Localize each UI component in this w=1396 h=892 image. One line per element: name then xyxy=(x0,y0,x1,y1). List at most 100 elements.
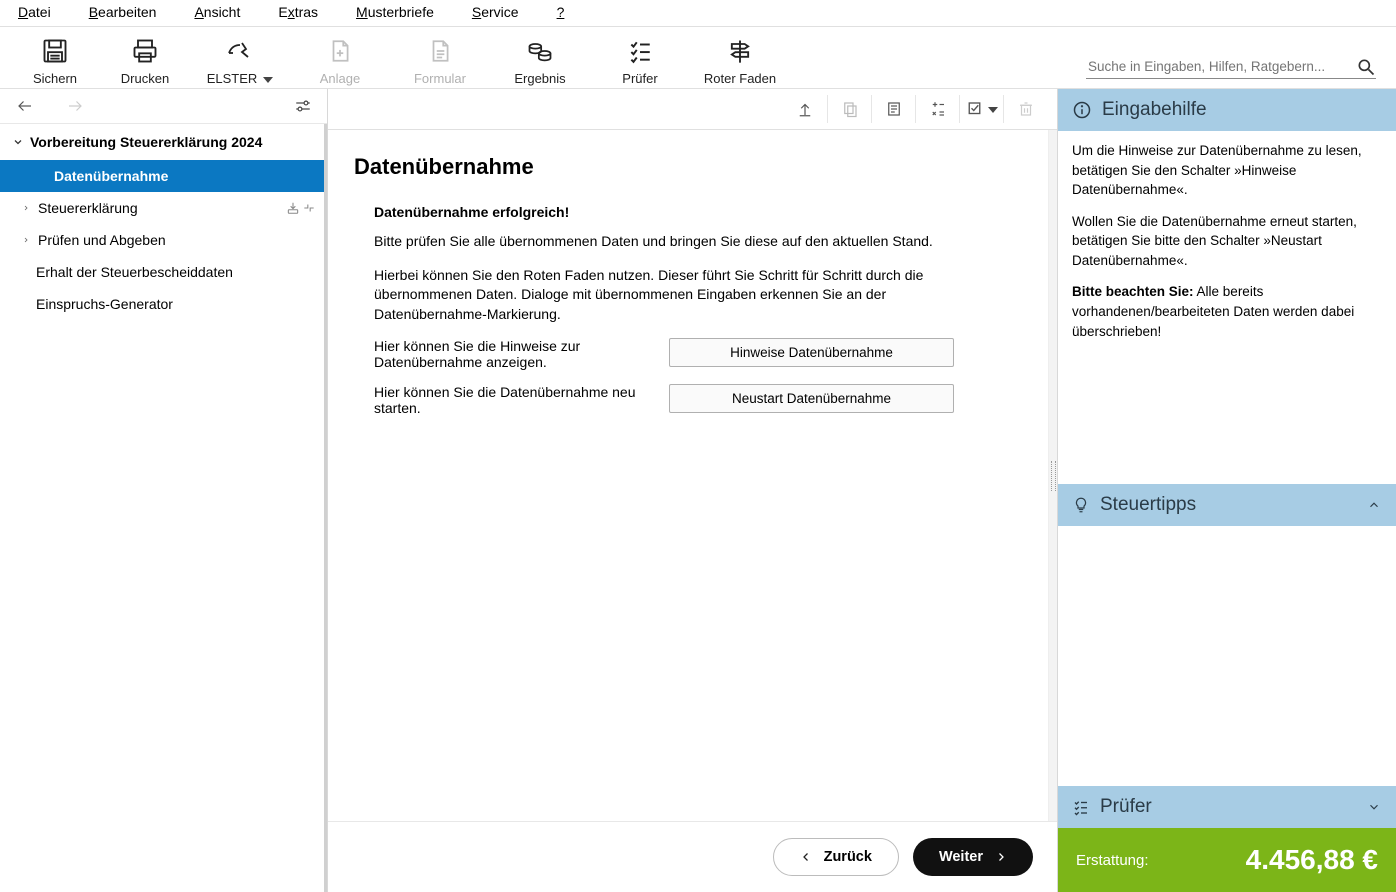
work-area: Vorbereitung Steuererklärung 2024 Datenü… xyxy=(0,89,1396,892)
copy-icon[interactable] xyxy=(827,95,871,123)
delete-icon xyxy=(1003,95,1047,123)
roter-faden-button[interactable]: Roter Faden xyxy=(690,33,790,86)
success-message: Datenübernahme erfolgreich! xyxy=(374,204,954,220)
checker-panel-header[interactable]: Prüfer xyxy=(1058,786,1396,828)
help-panel-body: Um die Hinweise zur Datenübernahme zu le… xyxy=(1058,131,1396,363)
tips-title: Steuertipps xyxy=(1100,494,1196,516)
pruefer-button[interactable]: Prüfer xyxy=(590,33,690,86)
help-p3: Bitte beachten Sie: Alle bereits vorhand… xyxy=(1072,282,1382,341)
save-button[interactable]: Sichern xyxy=(10,33,100,86)
menu-help[interactable]: ? xyxy=(557,4,565,20)
nav-forward-icon xyxy=(64,97,86,115)
print-label: Drucken xyxy=(121,71,169,86)
elster-label: ELSTER xyxy=(207,71,274,86)
chevron-down-icon xyxy=(12,136,24,148)
checklist-icon xyxy=(627,35,653,67)
lightbulb-icon xyxy=(1072,495,1090,515)
elster-icon xyxy=(226,35,254,67)
refund-bar: Erstattung: 4.456,88 € xyxy=(1058,828,1396,892)
neustart-button[interactable]: Neustart Datenübernahme xyxy=(669,384,954,413)
page-title: Datenübernahme xyxy=(354,154,1022,180)
restart-text: Hier können Sie die Datenübernahme neu s… xyxy=(374,384,657,416)
sidebar-item-label: Erhalt der Steuerbescheiddaten xyxy=(36,264,233,280)
save-icon xyxy=(41,35,69,67)
sidebar-item-label: Steuererklärung xyxy=(38,200,138,216)
right-panel: Eingabehilfe Um die Hinweise zur Datenüb… xyxy=(1058,89,1396,892)
ergebnis-label: Ergebnis xyxy=(514,71,565,86)
note-icon[interactable] xyxy=(871,95,915,123)
menu-bearbeiten[interactable]: Bearbeiten xyxy=(89,4,157,20)
anlage-label: Anlage xyxy=(320,71,360,86)
next-label: Weiter xyxy=(939,849,983,865)
save-label: Sichern xyxy=(33,71,77,86)
chevron-up-icon xyxy=(1366,498,1382,512)
intro-paragraph-1: Bitte prüfen Sie alle übernommenen Daten… xyxy=(374,232,954,252)
sidebar-item-label: Datenübernahme xyxy=(54,168,168,184)
tips-panel-header[interactable]: Steuertipps xyxy=(1058,484,1396,526)
menu-extras[interactable]: Extras xyxy=(278,4,318,20)
document-lines-icon xyxy=(427,35,453,67)
settings-sliders-icon[interactable] xyxy=(293,97,313,115)
formular-button: Formular xyxy=(390,33,490,86)
formular-label: Formular xyxy=(414,71,466,86)
coins-icon xyxy=(526,35,554,67)
sidebar-item-label: Prüfen und Abgeben xyxy=(38,232,166,248)
menu-service[interactable]: Service xyxy=(472,4,519,20)
elster-button[interactable]: ELSTER xyxy=(190,33,290,86)
menubar: Datei Bearbeiten Ansicht Extras Musterbr… xyxy=(0,0,1396,27)
refund-value: 4.456,88 € xyxy=(1246,844,1378,876)
help-p1: Um die Hinweise zur Datenübernahme zu le… xyxy=(1072,141,1382,200)
sidebar-nav xyxy=(0,89,327,124)
ergebnis-button[interactable]: Ergebnis xyxy=(490,33,590,86)
chevron-right-icon xyxy=(22,235,30,245)
check-dropdown-icon[interactable] xyxy=(959,95,1003,123)
chevron-down-icon xyxy=(263,77,273,83)
checker-title: Prüfer xyxy=(1100,796,1152,818)
toolbar: Sichern Drucken ELSTER Anlage Formular E… xyxy=(0,27,1396,89)
sidebar: Vorbereitung Steuererklärung 2024 Datenü… xyxy=(0,89,328,892)
info-icon xyxy=(1072,100,1092,120)
center-panel: Datenübernahme Datenübernahme erfolgreic… xyxy=(328,89,1058,892)
nav-tree: Vorbereitung Steuererklärung 2024 Datenü… xyxy=(0,124,327,892)
next-button[interactable]: Weiter xyxy=(913,838,1033,876)
menu-ansicht[interactable]: Ansicht xyxy=(194,4,240,20)
help-title: Eingabehilfe xyxy=(1102,99,1207,121)
intro-paragraph-2: Hierbei können Sie den Roten Faden nutze… xyxy=(374,266,954,325)
sidebar-item-pruefen-abgeben[interactable]: Prüfen und Abgeben xyxy=(0,224,324,256)
resizer-handle[interactable] xyxy=(1049,130,1057,821)
search-box[interactable] xyxy=(1086,55,1376,79)
content-toolbar xyxy=(328,89,1057,130)
calc-icon[interactable] xyxy=(915,95,959,123)
sidebar-item-steuerbescheid[interactable]: Erhalt der Steuerbescheiddaten xyxy=(0,256,324,288)
content-area: Datenübernahme Datenübernahme erfolgreic… xyxy=(328,130,1049,821)
refund-label: Erstattung: xyxy=(1076,852,1149,869)
hinweise-button[interactable]: Hinweise Datenübernahme xyxy=(669,338,954,367)
print-button[interactable]: Drucken xyxy=(100,33,190,86)
search-input[interactable] xyxy=(1086,55,1356,78)
wizard-footer: Zurück Weiter xyxy=(328,821,1057,892)
roter-faden-label: Roter Faden xyxy=(704,71,776,86)
search-icon xyxy=(1356,57,1376,77)
tree-root-label: Vorbereitung Steuererklärung 2024 xyxy=(30,134,262,150)
chevron-right-icon xyxy=(22,203,30,213)
signpost-icon xyxy=(726,35,754,67)
item-status-icons xyxy=(286,201,316,215)
nav-back-icon[interactable] xyxy=(14,97,36,115)
pruefer-label: Prüfer xyxy=(622,71,657,86)
upload-icon[interactable] xyxy=(783,95,827,123)
tree-root[interactable]: Vorbereitung Steuererklärung 2024 xyxy=(0,124,324,160)
back-label: Zurück xyxy=(824,849,872,865)
sidebar-item-datenuebernahme[interactable]: Datenübernahme xyxy=(0,160,324,192)
checklist-icon xyxy=(1072,798,1090,816)
menu-datei[interactable]: Datei xyxy=(18,4,51,20)
anlage-button: Anlage xyxy=(290,33,390,86)
sidebar-item-steuererklaerung[interactable]: Steuererklärung xyxy=(0,192,324,224)
help-panel-header[interactable]: Eingabehilfe xyxy=(1058,89,1396,131)
sidebar-item-einspruch[interactable]: Einspruchs-Generator xyxy=(0,288,324,320)
hint-text: Hier können Sie die Hinweise zur Datenüb… xyxy=(374,338,657,370)
chevron-left-icon xyxy=(800,850,812,864)
sidebar-item-label: Einspruchs-Generator xyxy=(36,296,173,312)
back-button[interactable]: Zurück xyxy=(773,838,899,876)
menu-musterbriefe[interactable]: Musterbriefe xyxy=(356,4,434,20)
chevron-right-icon xyxy=(995,850,1007,864)
